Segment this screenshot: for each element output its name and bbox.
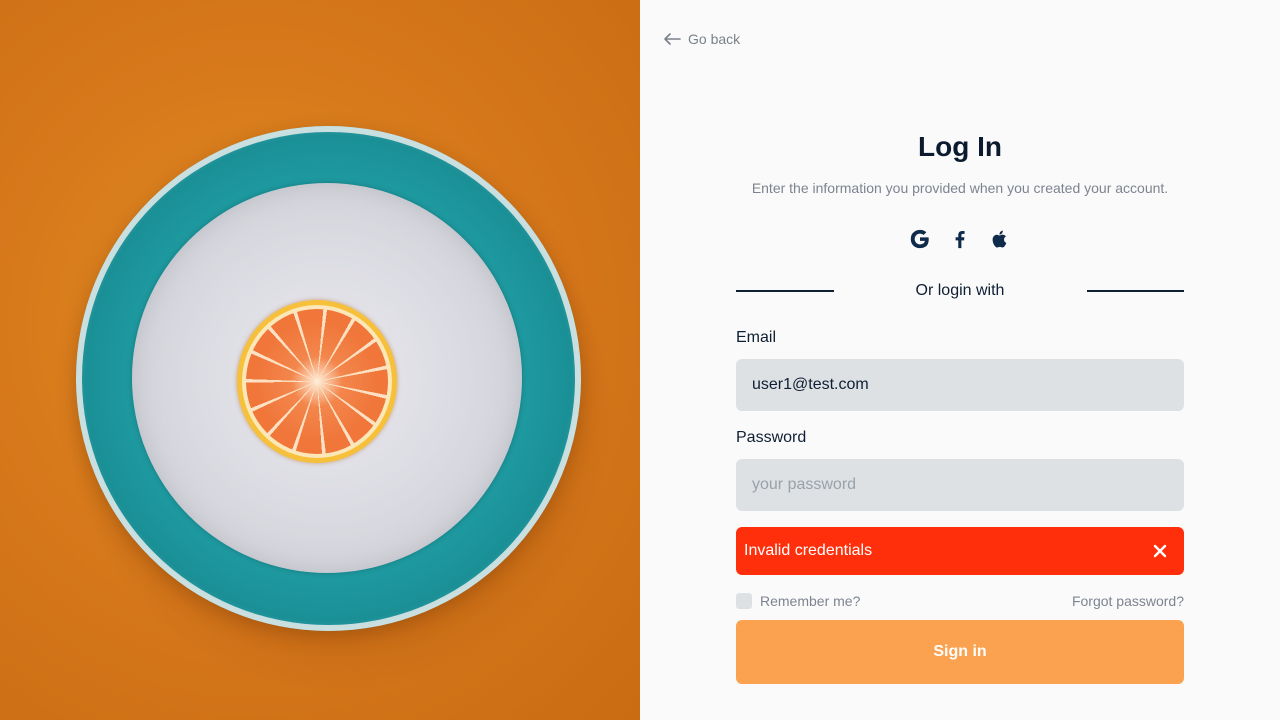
dismiss-alert-button[interactable] <box>1144 535 1176 567</box>
divider-line-right <box>1087 290 1184 292</box>
login-page: Go back Log In Enter the information you… <box>0 0 1280 720</box>
social-login-buttons <box>908 227 1012 251</box>
facebook-login-button[interactable] <box>948 227 972 251</box>
apple-icon <box>992 230 1007 248</box>
login-panel: Go back Log In Enter the information you… <box>640 0 1280 720</box>
password-field[interactable] <box>736 459 1184 511</box>
close-icon <box>1153 544 1167 558</box>
email-field[interactable] <box>736 359 1184 411</box>
password-label: Password <box>736 429 807 446</box>
apple-login-button[interactable] <box>988 227 1012 251</box>
page-subtitle: Enter the information you provided when … <box>751 180 1169 196</box>
orange-slice <box>237 300 397 463</box>
sign-in-button[interactable]: Sign in <box>736 620 1184 684</box>
or-divider: Or login with <box>736 280 1184 302</box>
email-label: Email <box>736 329 777 346</box>
error-message: Invalid credentials <box>744 542 873 559</box>
google-icon <box>910 229 929 249</box>
hero-image <box>0 0 640 720</box>
go-back-link[interactable]: Go back <box>662 29 740 49</box>
facebook-icon <box>955 231 965 249</box>
remember-me-label: Remember me? <box>760 593 861 609</box>
go-back-label: Go back <box>688 31 741 47</box>
page-title: Log In <box>918 131 1002 162</box>
error-alert: Invalid credentials <box>736 527 1184 575</box>
checkbox-box[interactable] <box>736 593 752 609</box>
google-login-button[interactable] <box>908 227 932 251</box>
arrow-left-icon <box>664 33 681 45</box>
remember-me-checkbox[interactable]: Remember me? <box>736 593 860 609</box>
forgot-password-link[interactable]: Forgot password? <box>1072 593 1184 609</box>
